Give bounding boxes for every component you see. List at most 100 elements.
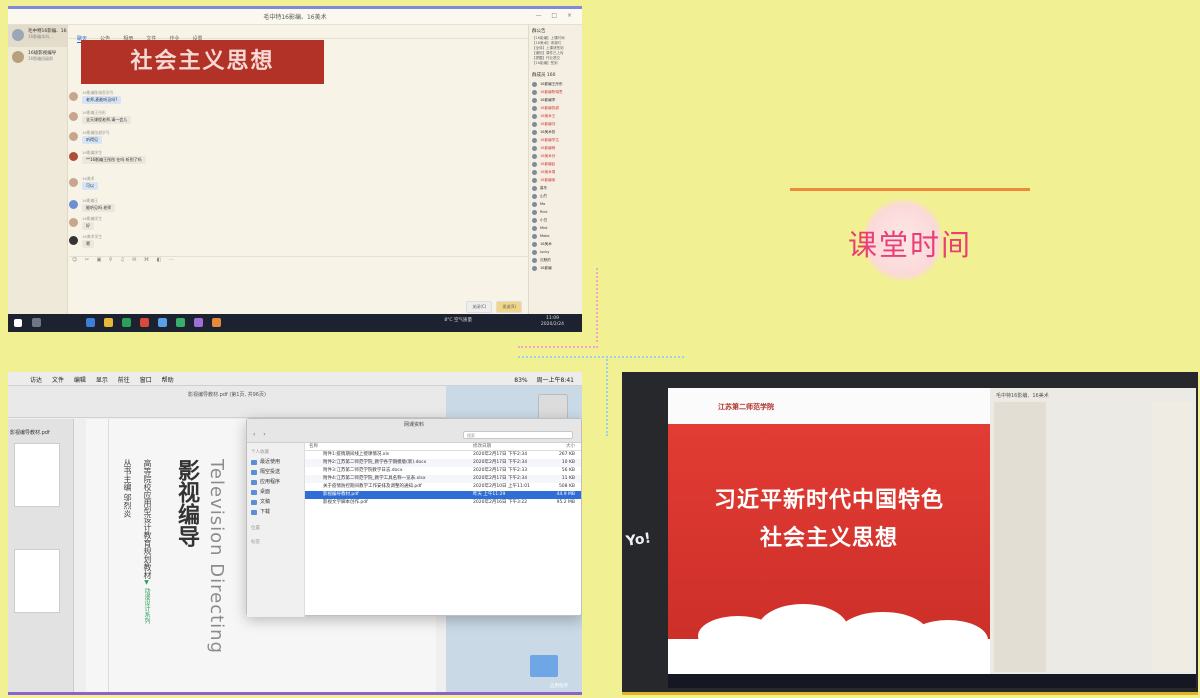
conversation-preview: 16影编本科…: [28, 34, 54, 39]
windows-start-icon[interactable]: [14, 319, 22, 327]
member-item[interactable]: 16影编吴: [532, 176, 579, 184]
search-icon[interactable]: [32, 318, 41, 327]
member-item[interactable]: lucky: [532, 248, 579, 256]
chat-message: 16影编学生 好: [69, 216, 528, 236]
mac-menubar: 访达 文件 编辑 显示 前往 窗口 帮助 83% 周一上午8:41: [8, 372, 582, 386]
folder-icon[interactable]: [104, 318, 113, 327]
member-item[interactable]: Mo: [532, 200, 579, 208]
member-item[interactable]: Moko: [532, 232, 579, 240]
member-item[interactable]: 16影编赵: [532, 160, 579, 168]
panel-accent-bar: [8, 692, 582, 695]
menu-item[interactable]: 文件: [52, 377, 64, 384]
file-row[interactable]: 附件1:疫情期间线上授课情况.xls 2020年2月17日 下午2:34 267 K…: [305, 451, 581, 459]
clock-text[interactable]: 周一上午8:41: [537, 377, 574, 384]
member-item[interactable]: 16影编: [532, 264, 579, 272]
member-item[interactable]: 16影编学生: [532, 136, 579, 144]
member-item[interactable]: 16影编刘: [532, 120, 579, 128]
edge-icon[interactable]: [86, 318, 95, 327]
file-row[interactable]: 影视文学脚本创作.pdf 2020年2月16日 下午3:22 95.2 MB: [305, 499, 581, 507]
menu-item[interactable]: 前往: [118, 377, 130, 384]
member-item[interactable]: 暮冬: [532, 184, 579, 192]
send-button[interactable]: 发送(S): [496, 301, 522, 313]
finder-toolbar: 网课资料 ‹ › 搜索: [247, 419, 581, 443]
close-button[interactable]: 关闭(C): [466, 301, 493, 313]
book-series-tag: ▼ 动漫设计系列: [143, 579, 150, 624]
file-row[interactable]: 关于疫情防控期间教学工作安排及调整的通知.pdf 2020年2月10日 上午11:…: [305, 483, 581, 491]
column-date[interactable]: 修改日期: [473, 443, 491, 449]
sidebar-item-recent[interactable]: 最近使用: [251, 457, 300, 467]
member-item[interactable]: 沉默的: [532, 256, 579, 264]
qq-icon[interactable]: [158, 318, 167, 327]
menu-item[interactable]: 访达: [30, 377, 42, 384]
nav-arrows[interactable]: ‹ ›: [253, 431, 269, 438]
member-item[interactable]: Rick: [532, 208, 579, 216]
avatar: [12, 51, 24, 63]
file-size: 56 KB: [561, 468, 575, 473]
member-item[interactable]: 16美术孙: [532, 152, 579, 160]
file-row[interactable]: 附件3:江苏第二师范学院教学日志.docx 2020年2月17日 下午2:33 56…: [305, 467, 581, 475]
sidebar-item-airdrop[interactable]: 隔空投送: [251, 467, 300, 477]
sidebar-item-desktop[interactable]: 桌面: [251, 487, 300, 497]
shared-slide-image[interactable]: 社会主义思想: [81, 40, 324, 84]
member-item[interactable]: 16影编王彤彤: [532, 80, 579, 88]
decor-dots: [518, 346, 598, 348]
store-icon[interactable]: [122, 318, 131, 327]
preview-sidebar: 影视编导教材.pdf: [8, 419, 74, 695]
avatar: [69, 236, 78, 245]
wechat-icon[interactable]: [176, 318, 185, 327]
search-input[interactable]: 搜索: [463, 431, 573, 439]
member-item[interactable]: 16美术周: [532, 168, 579, 176]
folder-icon[interactable]: [530, 655, 558, 677]
preview-toolbar: 影视编导教材.pdf (第1页, 共96页): [8, 386, 446, 418]
file-row[interactable]: 影视编导教材.pdf 昨天 上午11:29 44.9 MB: [305, 491, 581, 499]
member-item[interactable]: 小白: [532, 216, 579, 224]
member-item[interactable]: 16影编杨: [532, 144, 579, 152]
app-icon[interactable]: [140, 318, 149, 327]
sidebar-item-applications[interactable]: 应用程序: [251, 477, 300, 487]
sidebar-header: 标签: [251, 540, 260, 545]
member-item[interactable]: 16美术王: [532, 112, 579, 120]
member-item[interactable]: Mist: [532, 224, 579, 232]
slide-header: 江苏第二师范学院: [668, 388, 990, 424]
app-icon[interactable]: [194, 318, 203, 327]
column-size[interactable]: 大小: [566, 443, 575, 449]
message-bubble: 好: [82, 222, 94, 230]
windows-taskbar: [668, 674, 1196, 688]
message-bubble: 全天课程老师,请一会儿: [82, 116, 132, 124]
file-row[interactable]: 附件4:江苏第二师范学院_教学工具名称一览表.xlsx 2020年2月17日 下午…: [305, 475, 581, 483]
page-thumbnail[interactable]: [14, 443, 60, 507]
member-item[interactable]: 16影编李: [532, 96, 579, 104]
menu-item[interactable]: 显示: [96, 377, 108, 384]
drive-icon[interactable]: [538, 394, 568, 420]
member-item[interactable]: 16影编陈瑞思: [532, 88, 579, 96]
conversation-item[interactable]: 毛中特16影编、16美术 16影编本科…: [8, 25, 67, 47]
file-list: 名称 修改日期 大小 附件1:疫情期间线上授课情况.xls 2020年2月17日 …: [305, 443, 581, 617]
column-name[interactable]: 名称: [309, 443, 457, 449]
section-title: 课堂时间: [847, 228, 972, 262]
member-item[interactable]: 16美术张: [532, 128, 579, 136]
window-controls[interactable]: — □ ×: [535, 12, 576, 19]
member-item[interactable]: 16美术: [532, 240, 579, 248]
file-row[interactable]: 附件2:江苏第二师范学院_教学各学期模版(新).docx 2020年2月17日 下…: [305, 459, 581, 467]
message-input[interactable]: 关闭(C) 发送(S): [69, 267, 528, 317]
page-thumbnail[interactable]: [14, 549, 60, 613]
sidebar-item-downloads[interactable]: 下载: [251, 507, 300, 517]
book-series: 高等院校应用型设计教育规划教材: [143, 459, 152, 579]
group-sidebar: 群公告 【16影编】上课时间 【16美术】请准时 【全体】上课请签到 【通知】课…: [528, 25, 582, 317]
sidebar-item-documents[interactable]: 文稿: [251, 497, 300, 507]
input-toolbar[interactable]: ☺ ✂ ▣ ⚲ ♫ ✉ ⌘ ◧ ⋯: [69, 256, 528, 266]
menu-item[interactable]: 帮助: [162, 377, 174, 384]
member-item[interactable]: 山竹: [532, 192, 579, 200]
menu-item[interactable]: 编辑: [74, 377, 86, 384]
menu-item[interactable]: 窗口: [140, 377, 152, 384]
chat-title: 毛中特16影编、16美术: [996, 393, 1049, 399]
app-icon[interactable]: [212, 318, 221, 327]
announcement-title: 群公告: [532, 29, 546, 34]
message-bubble: 听得见: [82, 136, 102, 144]
battery-text[interactable]: 83%: [514, 377, 527, 384]
conversation-item[interactable]: 16级影视编导 16影编班级群: [8, 47, 67, 69]
slide-title-line1: 习近平新时代中国特色: [713, 488, 944, 513]
preview-filename: 影视编导教材.pdf: [10, 430, 50, 436]
message-bubble: 可以: [82, 182, 98, 190]
member-item[interactable]: 16影编张越: [532, 104, 579, 112]
